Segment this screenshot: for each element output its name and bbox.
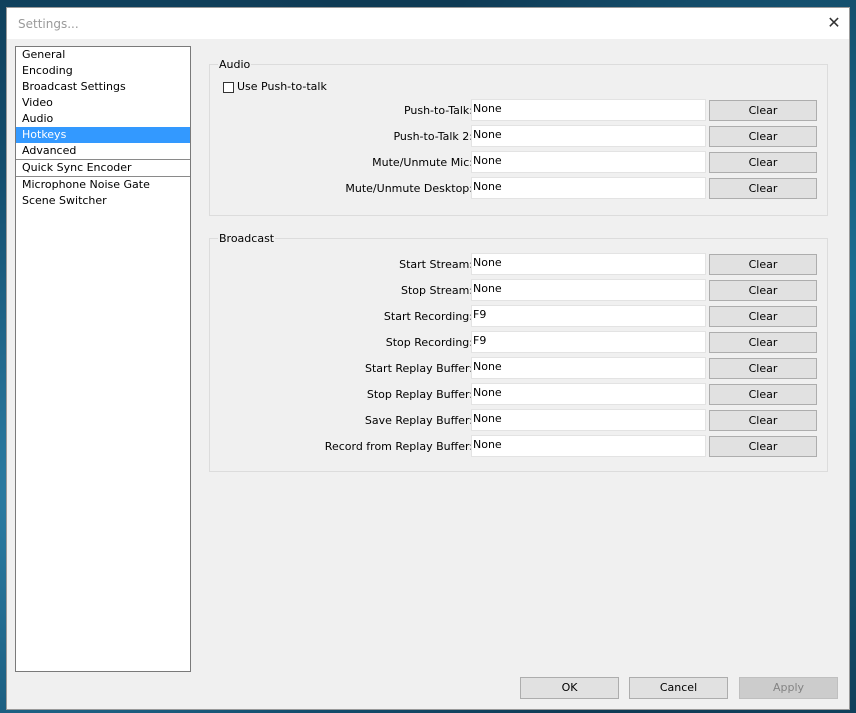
hotkey-label: Start Recording: [383, 310, 473, 323]
hotkey-row-start-recording: Start Recording: F9 Clear [210, 305, 829, 327]
push-to-talk-label: Use Push-to-talk [237, 80, 327, 93]
hotkey-row-start-replay-buffer: Start Replay Buffer: None Clear [210, 357, 829, 379]
hotkey-label: Record from Replay Buffer: [324, 440, 473, 453]
cancel-button[interactable]: Cancel [629, 677, 728, 699]
hotkey-label: Stop Replay Buffer: [366, 388, 473, 401]
hotkey-label: Stop Stream: [400, 284, 473, 297]
sidebar-item-broadcast-settings[interactable]: Broadcast Settings [16, 79, 190, 95]
apply-button[interactable]: Apply [739, 677, 838, 699]
audio-group-title: Audio [218, 58, 252, 71]
audio-group: Audio Use Push-to-talk Push-to-Talk: Non… [209, 58, 829, 216]
sidebar-item-hotkeys[interactable]: Hotkeys [16, 127, 190, 143]
hotkey-label: Start Stream: [399, 258, 473, 271]
broadcast-group-title: Broadcast [218, 232, 276, 245]
settings-category-list[interactable]: General Encoding Broadcast Settings Vide… [15, 46, 191, 672]
ok-button[interactable]: OK [520, 677, 619, 699]
hotkey-field[interactable]: None [471, 409, 706, 431]
sidebar-item-microphone-noise-gate[interactable]: Microphone Noise Gate [16, 177, 190, 193]
hotkey-row-stop-stream: Stop Stream: None Clear [210, 279, 829, 301]
hotkey-label: Save Replay Buffer: [364, 414, 473, 427]
hotkey-row-push-to-talk-2: Push-to-Talk 2: None Clear [210, 125, 829, 147]
hotkey-field[interactable]: F9 [471, 305, 706, 327]
hotkey-row-push-to-talk: Push-to-Talk: None Clear [210, 99, 829, 121]
hotkey-row-stop-recording: Stop Recording: F9 Clear [210, 331, 829, 353]
clear-button[interactable]: Clear [709, 384, 817, 405]
hotkey-label: Mute/Unmute Desktop: [345, 182, 473, 195]
hotkey-field[interactable]: None [471, 383, 706, 405]
clear-button[interactable]: Clear [709, 126, 817, 147]
hotkey-field[interactable]: None [471, 279, 706, 301]
clear-button[interactable]: Clear [709, 410, 817, 431]
hotkey-field[interactable]: None [471, 177, 706, 199]
hotkey-field[interactable]: None [471, 125, 706, 147]
title-bar: Settings... ✕ [7, 8, 849, 39]
clear-button[interactable]: Clear [709, 152, 817, 173]
hotkey-label: Stop Recording: [385, 336, 473, 349]
hotkey-label: Push-to-Talk 2: [393, 130, 473, 143]
sidebar-item-quick-sync-encoder[interactable]: Quick Sync Encoder [16, 160, 190, 176]
sidebar-item-advanced[interactable]: Advanced [16, 143, 190, 159]
hotkey-field[interactable]: None [471, 253, 706, 275]
settings-dialog: Settings... ✕ General Encoding Broadcast… [6, 7, 850, 710]
hotkey-label: Start Replay Buffer: [365, 362, 473, 375]
clear-button[interactable]: Clear [709, 178, 817, 199]
hotkey-row-record-from-replay-buffer: Record from Replay Buffer: None Clear [210, 435, 829, 457]
sidebar-item-scene-switcher[interactable]: Scene Switcher [16, 193, 190, 209]
hotkey-row-mute-desktop: Mute/Unmute Desktop: None Clear [210, 177, 829, 199]
hotkey-row-start-stream: Start Stream: None Clear [210, 253, 829, 275]
clear-button[interactable]: Clear [709, 358, 817, 379]
broadcast-group: Broadcast Start Stream: None Clear Stop … [209, 232, 829, 472]
hotkey-field[interactable]: F9 [471, 331, 706, 353]
clear-button[interactable]: Clear [709, 306, 817, 327]
hotkey-field[interactable]: None [471, 435, 706, 457]
hotkey-row-stop-replay-buffer: Stop Replay Buffer: None Clear [210, 383, 829, 405]
window-title: Settings... [18, 17, 79, 31]
hotkey-field[interactable]: None [471, 99, 706, 121]
hotkey-label: Mute/Unmute Mic: [372, 156, 473, 169]
sidebar-item-audio[interactable]: Audio [16, 111, 190, 127]
clear-button[interactable]: Clear [709, 100, 817, 121]
checkbox-box[interactable] [223, 81, 234, 93]
hotkey-field[interactable]: None [471, 357, 706, 379]
close-icon[interactable]: ✕ [823, 12, 845, 34]
hotkey-label: Push-to-Talk: [403, 104, 473, 117]
clear-button[interactable]: Clear [709, 280, 817, 301]
sidebar-item-encoding[interactable]: Encoding [16, 63, 190, 79]
clear-button[interactable]: Clear [709, 254, 817, 275]
hotkey-field[interactable]: None [471, 151, 706, 173]
sidebar-item-general[interactable]: General [16, 47, 190, 63]
sidebar-item-video[interactable]: Video [16, 95, 190, 111]
hotkey-row-mute-mic: Mute/Unmute Mic: None Clear [210, 151, 829, 173]
hotkey-row-save-replay-buffer: Save Replay Buffer: None Clear [210, 409, 829, 431]
clear-button[interactable]: Clear [709, 332, 817, 353]
push-to-talk-checkbox[interactable]: Use Push-to-talk [223, 80, 327, 93]
clear-button[interactable]: Clear [709, 436, 817, 457]
